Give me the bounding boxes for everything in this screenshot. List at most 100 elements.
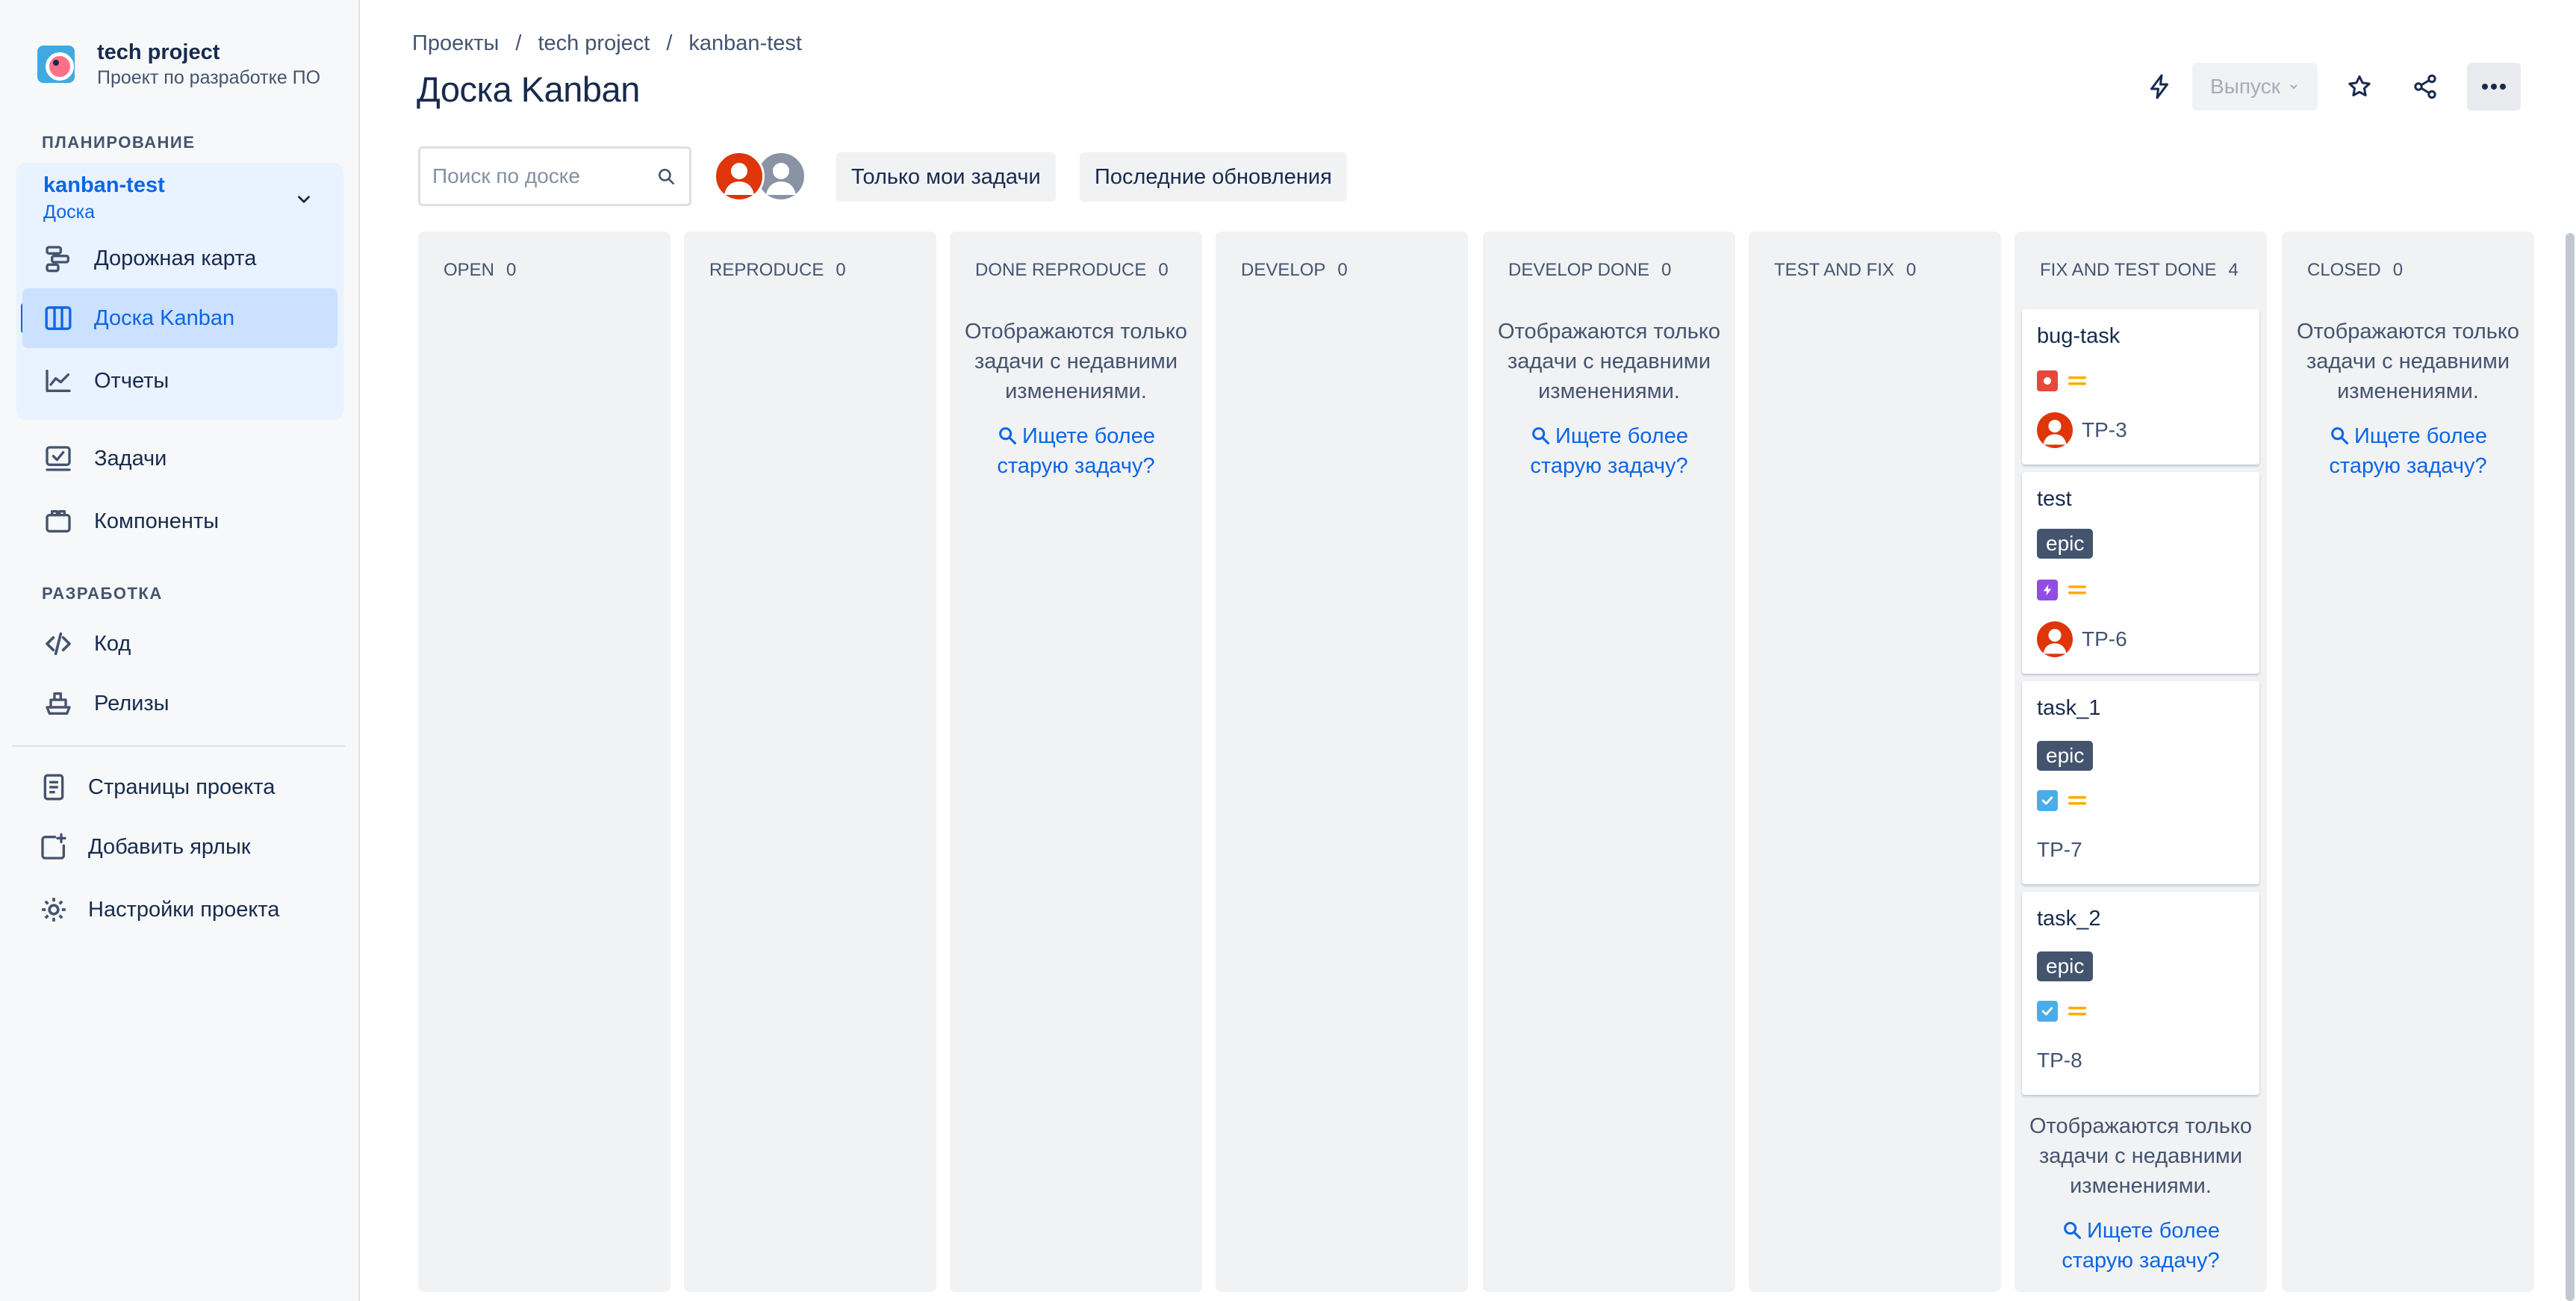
card-key: TP-3 xyxy=(2037,412,2127,448)
star-button[interactable] xyxy=(2336,63,2383,111)
epic-badge: epic xyxy=(2037,951,2094,981)
breadcrumb-project[interactable]: tech project xyxy=(538,31,650,56)
older-issues-link[interactable]: Ищете более старую задачу? xyxy=(957,421,1195,481)
sidebar-item-roadmap[interactable]: Дорожная карта xyxy=(16,229,343,288)
older-issues-link[interactable]: Ищете более старую задачу? xyxy=(2289,421,2527,481)
recent-changes-note: Отображаются только задачи с недавними и… xyxy=(2029,1114,2252,1198)
sidebar-item-label: Задачи xyxy=(94,446,167,471)
board-search[interactable] xyxy=(418,146,691,206)
priority-medium-icon xyxy=(2068,796,2086,805)
recent-changes-note: Отображаются только задачи с недавними и… xyxy=(965,320,1187,403)
card-title: bug-task xyxy=(2037,324,2121,348)
board-scrollbar[interactable] xyxy=(2566,233,2575,1301)
card-title: task_2 xyxy=(2037,907,2101,931)
search-icon xyxy=(656,167,676,190)
sidebar-item-reports[interactable]: Отчеты xyxy=(16,351,343,411)
board-actions: Выпуск xyxy=(2135,63,2524,111)
sidebar-item-project-settings[interactable]: Настройки проекта xyxy=(16,880,343,940)
column-count: 0 xyxy=(1158,260,1169,280)
column-header: DONE REPRODUCE 0 xyxy=(975,260,1169,281)
recent-changes-note: Отображаются только задачи с недавними и… xyxy=(1498,320,1720,403)
page-title: Доска Kanban xyxy=(417,69,640,109)
filter-recently-updated[interactable]: Последние обновления xyxy=(1080,152,1347,202)
card-meta xyxy=(2037,367,2088,394)
sidebar-item-code[interactable]: Код xyxy=(16,614,343,674)
breadcrumb-board[interactable]: kanban-test xyxy=(688,31,802,56)
older-issues-link[interactable]: Ищете более старую задачу? xyxy=(2022,1216,2259,1276)
card-title: test xyxy=(2037,487,2072,511)
task-icon xyxy=(2037,1001,2058,1022)
chevron-down-icon[interactable] xyxy=(294,190,314,214)
board-column-open: OPEN 0 xyxy=(418,232,671,1292)
epic-type-icon xyxy=(2037,580,2058,600)
issue-card[interactable]: bug-task TP-3 xyxy=(2022,309,2259,465)
issue-card[interactable]: task_1 epic TP-7 xyxy=(2022,681,2259,884)
column-name: DEVELOP DONE xyxy=(1508,260,1649,280)
card-meta xyxy=(2037,998,2088,1025)
column-header: FIX AND TEST DONE 4 xyxy=(2040,260,2239,281)
more-actions-button[interactable] xyxy=(2467,63,2521,111)
breadcrumb-separator: / xyxy=(515,31,522,55)
sidebar-item-issues[interactable]: Задачи xyxy=(16,429,343,488)
sidebar: tech project Проект по разработке ПО ПЛА… xyxy=(0,0,360,1301)
older-issues-link[interactable]: Ищете более старую задачу? xyxy=(1490,421,1728,481)
filter-only-my-issues[interactable]: Только мои задачи xyxy=(836,152,1056,202)
column-name: OPEN xyxy=(444,260,495,280)
breadcrumb-projects[interactable]: Проекты xyxy=(412,31,499,56)
column-name: DONE REPRODUCE xyxy=(975,260,1147,280)
sidebar-item-label: Отчеты xyxy=(94,368,169,393)
more-icon xyxy=(2482,84,2506,90)
breadcrumb: Проекты / tech project / kanban-test xyxy=(412,31,802,56)
search-input[interactable] xyxy=(432,164,649,188)
project-avatar xyxy=(37,46,75,83)
roadmap-icon xyxy=(42,242,75,275)
issue-card[interactable]: task_2 epic TP-8 xyxy=(2022,892,2259,1095)
board-column-develop: DEVELOP 0 xyxy=(1216,232,1468,1292)
card-meta xyxy=(2037,577,2088,603)
release-button[interactable]: Выпуск xyxy=(2192,63,2318,111)
issue-card[interactable]: test epic TP-6 xyxy=(2022,472,2259,674)
share-button[interactable] xyxy=(2401,63,2449,111)
sidebar-item-label: Дорожная карта xyxy=(94,246,257,270)
search-icon xyxy=(2064,1222,2082,1240)
sidebar-item-components[interactable]: Компоненты xyxy=(16,491,343,551)
sidebar-item-kanban-board[interactable]: Доска Kanban xyxy=(22,288,337,348)
automation-button[interactable] xyxy=(2135,63,2183,111)
column-name: FIX AND TEST DONE xyxy=(2040,260,2217,280)
gear-icon xyxy=(37,893,70,926)
project-header[interactable]: tech project Проект по разработке ПО xyxy=(37,39,320,90)
column-header: CLOSED 0 xyxy=(2307,260,2403,281)
sidebar-item-label: Релизы xyxy=(94,691,169,715)
page-icon xyxy=(37,771,70,804)
column-count: 0 xyxy=(1337,260,1348,280)
column-count: 0 xyxy=(1905,260,1917,280)
search-icon xyxy=(999,427,1017,445)
recent-changes-note: Отображаются только задачи с недавними и… xyxy=(2297,320,2519,403)
sidebar-item-add-shortcut[interactable]: Добавить ярлык xyxy=(16,817,343,877)
sidebar-item-label: Настройки проекта xyxy=(88,897,280,922)
column-count: 0 xyxy=(506,260,517,280)
ship-icon xyxy=(42,687,75,720)
avatar[interactable] xyxy=(714,151,765,202)
project-type: Проект по разработке ПО xyxy=(97,67,321,88)
epic-badge: epic xyxy=(2037,529,2094,559)
column-count: 4 xyxy=(2228,260,2239,280)
column-count: 0 xyxy=(2392,260,2404,280)
sidebar-item-releases[interactable]: Релизы xyxy=(16,674,343,733)
sidebar-item-label: Страницы проекта xyxy=(88,774,276,799)
column-name: DEVELOP xyxy=(1241,260,1326,280)
sidebar-item-project-pages[interactable]: Страницы проекта xyxy=(16,757,343,817)
chevron-down-icon xyxy=(2290,84,2297,90)
priority-medium-icon xyxy=(2068,586,2086,594)
column-name: TEST AND FIX xyxy=(1774,260,1894,280)
section-planning-title: ПЛАНИРОВАНИЕ xyxy=(42,133,196,152)
board-column-closed: CLOSED 0 Отображаются только задачи с нед… xyxy=(2282,232,2534,1292)
star-icon xyxy=(2348,75,2371,97)
board-group-title[interactable]: kanban-test xyxy=(43,173,165,198)
issues-icon xyxy=(42,442,75,475)
card-meta xyxy=(2037,787,2088,814)
avatar xyxy=(2037,412,2073,448)
bug-icon xyxy=(2037,370,2058,391)
section-dev-title: РАЗРАБОТКА xyxy=(42,584,163,603)
board-column-develop-done: DEVELOP DONE 0 Отображаются только задачи… xyxy=(1483,232,1735,1292)
